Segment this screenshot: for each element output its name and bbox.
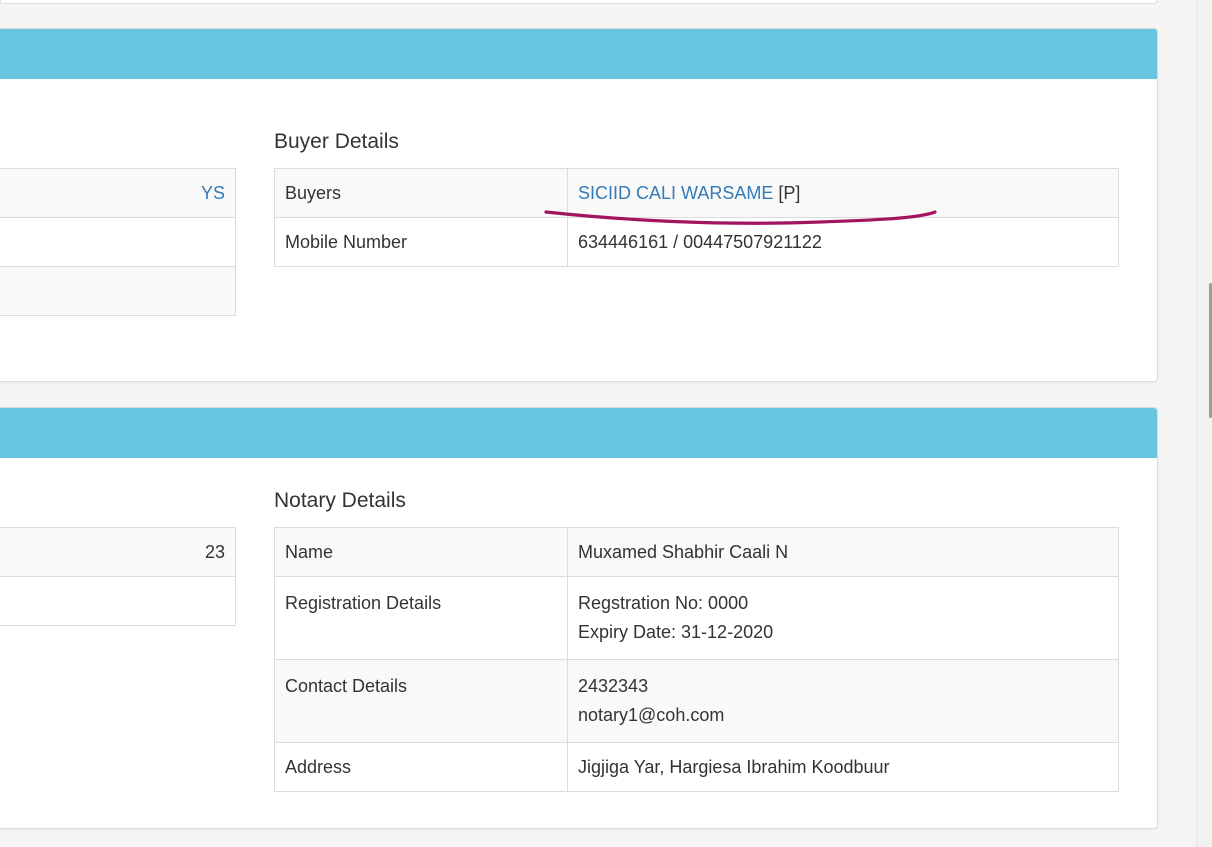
left-table-cell: 23 xyxy=(0,527,236,577)
address-value: Jigjiga Yar, Hargiesa Ibrahim Koodbuur xyxy=(567,742,1119,792)
registration-number: Regstration No: 0000 xyxy=(578,593,749,613)
contact-email: notary1@coh.com xyxy=(578,705,725,725)
buyer-panel: YS Buyer Details Buyers SICIID CALI WARS… xyxy=(0,28,1158,382)
table-row: Mobile Number 634446161 / 00447507921122 xyxy=(274,217,1119,267)
table-row: Contact Details 2432343 notary1@coh.com xyxy=(274,659,1119,743)
mobile-number-label: Mobile Number xyxy=(274,217,568,267)
notary-panel: 23 Notary Details Name Muxamed Shabhir C… xyxy=(0,407,1158,829)
buyer-details-title: Buyer Details xyxy=(274,130,399,153)
buyer-panel-heading xyxy=(0,29,1157,79)
scrollbar-track[interactable] xyxy=(1196,0,1212,847)
buyer-name-link[interactable]: SICIID CALI WARSAME xyxy=(578,183,773,203)
contact-details-value: 2432343 notary1@coh.com xyxy=(567,659,1119,743)
registration-details-label: Registration Details xyxy=(274,576,568,660)
notary-details-title: Notary Details xyxy=(274,489,406,512)
mobile-number-value: 634446161 / 00447507921122 xyxy=(567,217,1119,267)
buyer-type-suffix: [P] xyxy=(773,183,801,203)
table-row: Address Jigjiga Yar, Hargiesa Ibrahim Ko… xyxy=(274,742,1119,792)
table-row: Name Muxamed Shabhir Caali N xyxy=(274,527,1119,577)
notary-name-value: Muxamed Shabhir Caali N xyxy=(567,527,1119,577)
buyer-details-table: Buyers SICIID CALI WARSAME [P] Mobile Nu… xyxy=(274,168,1119,267)
previous-panel-bottom xyxy=(0,0,1158,4)
buyer-left-table: YS xyxy=(0,168,236,316)
address-label: Address xyxy=(274,742,568,792)
buyers-label: Buyers xyxy=(274,168,568,218)
notary-left-table: 23 xyxy=(0,527,236,626)
notary-panel-heading xyxy=(0,408,1157,458)
notary-name-label: Name xyxy=(274,527,568,577)
contact-phone: 2432343 xyxy=(578,676,649,696)
notary-name-line: Muxamed Shabhir Caali N xyxy=(578,542,789,562)
left-table-cell xyxy=(0,576,236,626)
table-row: Buyers SICIID CALI WARSAME [P] xyxy=(274,168,1119,218)
left-table-cell xyxy=(0,266,236,316)
left-table-cell[interactable]: YS xyxy=(0,168,236,218)
left-table-cell xyxy=(0,217,236,267)
left-table-link[interactable]: YS xyxy=(201,179,225,208)
notary-details-table: Name Muxamed Shabhir Caali N Registratio… xyxy=(274,527,1119,792)
contact-details-label: Contact Details xyxy=(274,659,568,743)
registration-details-value: Regstration No: 0000 Expiry Date: 31-12-… xyxy=(567,576,1119,660)
expiry-date: Expiry Date: 31-12-2020 xyxy=(578,622,774,642)
page: YS Buyer Details Buyers SICIID CALI WARS… xyxy=(0,0,1212,847)
table-row: Registration Details Regstration No: 000… xyxy=(274,576,1119,660)
buyers-value: SICIID CALI WARSAME [P] xyxy=(567,168,1119,218)
address-line: Jigjiga Yar, Hargiesa Ibrahim Koodbuur xyxy=(578,757,890,777)
